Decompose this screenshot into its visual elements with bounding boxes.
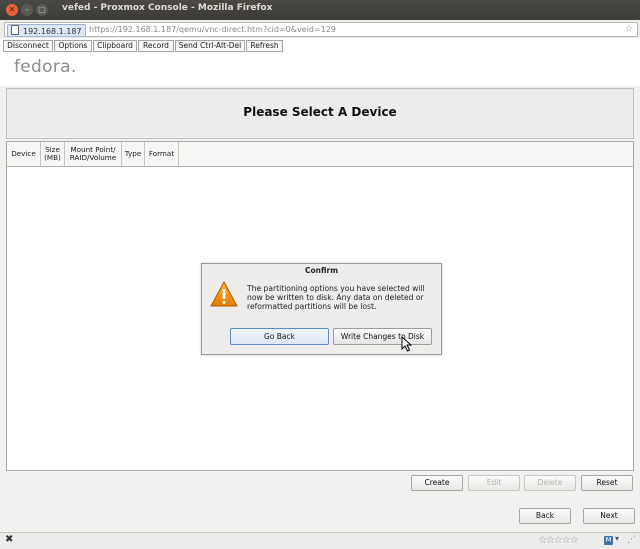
column-label: Type xyxy=(124,149,142,158)
column-label: Format xyxy=(148,149,175,158)
create-button[interactable]: Create xyxy=(411,475,463,491)
url-text[interactable]: https://192.168.1.187/qemu/vnc-direct.ht… xyxy=(89,23,336,36)
chevron-down-icon[interactable]: ▾ xyxy=(615,534,619,543)
back-button[interactable]: Back xyxy=(519,508,571,524)
page-title: Please Select A Device xyxy=(243,105,397,119)
dialog-message-line: now be written to disk. Any data on dele… xyxy=(247,293,424,302)
dialog-message-line: reformatted partitions will be lost. xyxy=(247,302,377,311)
site-identity-label: 192.168.1.187 xyxy=(23,27,82,36)
page-icon xyxy=(11,25,19,35)
installer-header: fedora. xyxy=(0,53,640,86)
write-changes-button[interactable]: Write Changes to Disk xyxy=(333,328,432,345)
resize-grip-icon[interactable]: ⋰ xyxy=(627,535,636,545)
go-back-button[interactable]: Go Back xyxy=(230,328,329,345)
column-sublabel: RAID/Volume xyxy=(69,153,117,162)
bookmark-star-icon[interactable]: ☆ xyxy=(625,23,633,36)
column-sublabel: (MB) xyxy=(44,153,61,162)
column-mount-point[interactable]: Mount Point/RAID/Volume xyxy=(65,142,122,166)
dialog-message: The partitioning options you have select… xyxy=(247,284,433,311)
window-minimize-button[interactable]: – xyxy=(21,4,33,16)
clipboard-button[interactable]: Clipboard xyxy=(93,40,137,52)
column-size[interactable]: Size (MB) xyxy=(41,142,65,166)
column-device[interactable]: Device xyxy=(7,142,41,166)
disconnect-button[interactable]: Disconnect xyxy=(3,40,53,52)
edit-button[interactable]: Edit xyxy=(468,475,520,491)
site-identity-button[interactable]: 192.168.1.187 xyxy=(7,24,86,37)
column-format[interactable]: Format xyxy=(145,142,179,166)
address-bar-row: 192.168.1.187 https://192.168.1.187/qemu… xyxy=(0,20,640,39)
rating-stars-icon[interactable]: ☆☆☆☆☆ xyxy=(538,535,579,546)
heading-panel: Please Select A Device xyxy=(6,88,634,139)
column-label: Device xyxy=(11,149,36,158)
send-ctrl-alt-del-button[interactable]: Send Ctrl-Alt-Del xyxy=(175,40,245,52)
delete-button[interactable]: Delete xyxy=(524,475,576,491)
window-close-button[interactable]: ✕ xyxy=(6,4,18,16)
reset-button[interactable]: Reset xyxy=(581,475,633,491)
fedora-logo: fedora. xyxy=(14,57,77,77)
table-header: Device Size (MB) Mount Point/RAID/Volume … xyxy=(7,142,633,167)
dialog-message-line: The partitioning options you have select… xyxy=(247,284,425,293)
status-bar: ✖ ☆☆☆☆☆ M ▾ ⋰ xyxy=(0,532,640,549)
window-maximize-button[interactable]: □ xyxy=(36,4,48,16)
column-type[interactable]: Type xyxy=(122,142,145,166)
window-titlebar: ✕ – □ vefed - Proxmox Console - Mozilla … xyxy=(0,0,640,20)
close-icon[interactable]: ✖ xyxy=(5,534,13,545)
window-title: vefed - Proxmox Console - Mozilla Firefo… xyxy=(62,3,273,13)
refresh-button[interactable]: Refresh xyxy=(246,40,283,52)
record-button[interactable]: Record xyxy=(138,40,174,52)
next-button[interactable]: Next xyxy=(583,508,635,524)
address-bar[interactable]: 192.168.1.187 https://192.168.1.187/qemu… xyxy=(4,22,638,37)
addon-icon[interactable]: M xyxy=(604,536,613,545)
options-button[interactable]: Options xyxy=(54,40,92,52)
vnc-toolbar: Disconnect Options Clipboard Record Send… xyxy=(0,38,640,53)
mouse-cursor-icon xyxy=(401,336,412,352)
dialog-title: Confirm xyxy=(304,266,339,275)
warning-icon xyxy=(210,280,238,307)
